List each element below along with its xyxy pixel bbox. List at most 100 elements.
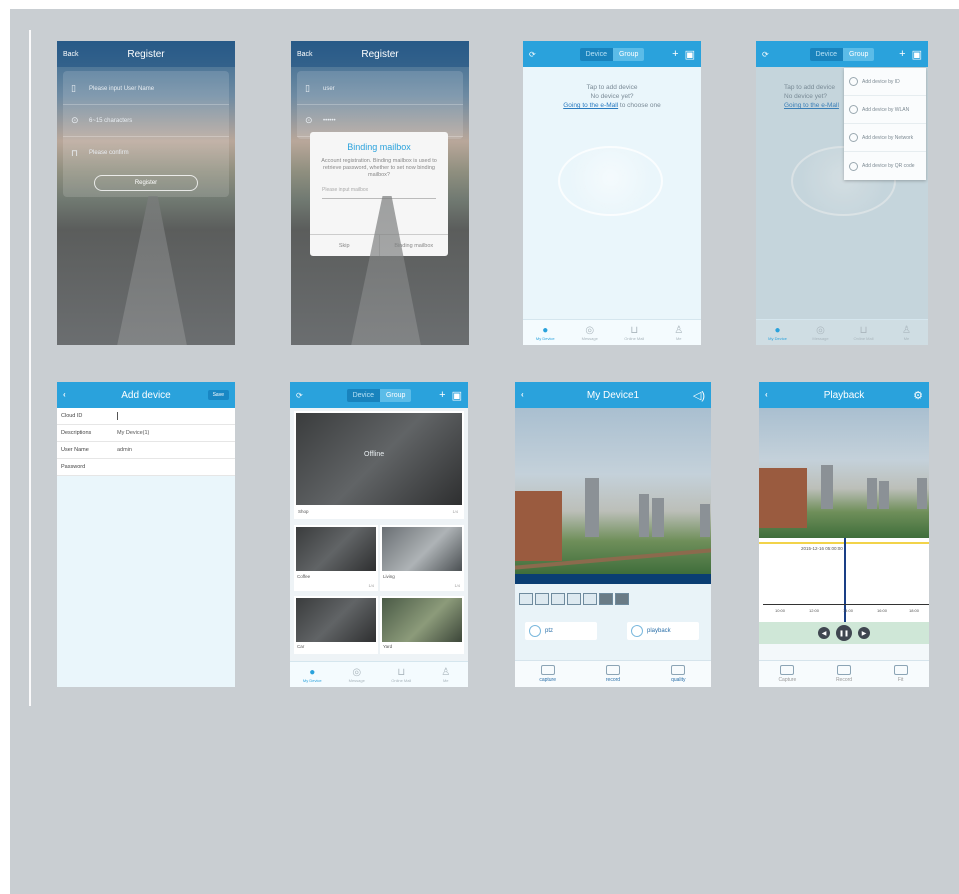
username-field[interactable]: ▯ Please input User Name bbox=[63, 73, 229, 105]
playback-button[interactable]: playback bbox=[627, 622, 699, 640]
menu-add-by-id[interactable]: Add device by ID bbox=[844, 68, 926, 96]
message-icon: ◎ bbox=[585, 324, 595, 336]
page-title: Register bbox=[127, 48, 165, 60]
password-field[interactable]: ⊙ 6~15 characters bbox=[63, 105, 229, 137]
back-button[interactable]: Back bbox=[297, 51, 313, 58]
person-icon: ♙ bbox=[441, 666, 451, 678]
add-icon[interactable]: + bbox=[439, 389, 445, 401]
device-topbar: ⟳ Device Group + ▣ bbox=[756, 41, 928, 67]
refresh-icon[interactable]: ⟳ bbox=[296, 382, 303, 408]
settings-icon[interactable]: ⚙ bbox=[913, 382, 923, 408]
edit-icon[interactable]: ▣ bbox=[685, 48, 695, 61]
cart-icon: ⊔ bbox=[859, 324, 868, 336]
tab-online-mall[interactable]: ⊔ Online Mall bbox=[379, 662, 424, 687]
tab-me[interactable]: ♙ Me bbox=[885, 320, 928, 345]
tab-device[interactable]: Device bbox=[579, 47, 613, 61]
device-topbar: ⟳ Device Group + ▣ bbox=[290, 382, 468, 408]
fit-button[interactable]: Fit bbox=[872, 661, 929, 687]
save-button[interactable]: Save bbox=[207, 390, 229, 400]
layout-8-icon[interactable] bbox=[567, 593, 581, 605]
edit-icon[interactable]: ▣ bbox=[912, 48, 922, 61]
back-button[interactable]: Back bbox=[63, 51, 79, 58]
audio-icon[interactable]: ◁) bbox=[693, 382, 705, 408]
record-button[interactable]: Record bbox=[816, 661, 873, 687]
dialog-buttons: Skip Binding mailbox bbox=[310, 234, 448, 256]
tab-message[interactable]: ◎ Message bbox=[335, 662, 380, 687]
tab-group[interactable]: Group bbox=[842, 47, 875, 61]
layout-16-icon[interactable] bbox=[599, 593, 613, 605]
layout-1-icon[interactable] bbox=[519, 593, 533, 605]
tab-device[interactable]: Device bbox=[346, 388, 380, 402]
tab-message[interactable]: ◎ Message bbox=[799, 320, 842, 345]
record-icon bbox=[605, 665, 620, 675]
playback-video[interactable] bbox=[759, 408, 929, 538]
rewind-icon[interactable]: ◀ bbox=[818, 627, 830, 639]
playback-timeline-area[interactable]: 2015-12-16 05:00:00 10:00 12:00 14:00 16… bbox=[759, 538, 929, 622]
device-card-shop[interactable]: Offline Shop 1/4 bbox=[294, 411, 464, 519]
bottom-tabbar: ● My Device ◎ Message ⊔ Online Mall ♙ Me bbox=[756, 319, 928, 345]
quality-button[interactable]: quality bbox=[646, 661, 711, 687]
tab-my-device[interactable]: ● My Device bbox=[290, 662, 335, 687]
layout-full-icon[interactable] bbox=[615, 593, 629, 605]
device-card-car[interactable]: Car bbox=[294, 596, 378, 654]
menu-add-by-qr[interactable]: Add device by QR code bbox=[844, 152, 926, 180]
layout-6-icon[interactable] bbox=[551, 593, 565, 605]
tab-me[interactable]: ♙ Me bbox=[657, 320, 702, 345]
tab-group[interactable]: Group bbox=[379, 388, 412, 402]
skip-button[interactable]: Skip bbox=[310, 235, 379, 256]
descriptions-field[interactable]: Descriptions My Device(1) bbox=[57, 425, 235, 442]
capture-button[interactable]: Capture bbox=[759, 661, 816, 687]
password-field[interactable]: Password bbox=[57, 459, 235, 476]
forward-icon[interactable]: ▶ bbox=[858, 627, 870, 639]
tab-my-device[interactable]: ● My Device bbox=[523, 320, 568, 345]
add-icon[interactable]: + bbox=[672, 48, 678, 60]
binding-mailbox-button[interactable]: Binding mailbox bbox=[378, 235, 449, 256]
layout-9-icon[interactable] bbox=[583, 593, 597, 605]
register-button[interactable]: Register bbox=[94, 175, 198, 191]
device-card-coffee[interactable]: Coffee 1/4 bbox=[294, 525, 378, 591]
playback-date: 2015-12-16 05:00:00 bbox=[801, 546, 843, 551]
live-video[interactable] bbox=[515, 408, 711, 574]
tab-message[interactable]: ◎ Message bbox=[568, 320, 613, 345]
back-icon[interactable]: ‹ bbox=[521, 382, 524, 408]
tab-group[interactable]: Group bbox=[612, 47, 645, 61]
menu-add-by-network[interactable]: Add device by Network bbox=[844, 124, 926, 152]
register-topbar: Back Register bbox=[291, 41, 469, 67]
playback-topbar: ‹ Playback ⚙ bbox=[759, 382, 929, 408]
tab-my-device[interactable]: ● My Device bbox=[756, 320, 799, 345]
confirm-field[interactable]: ⊓ Please confirm bbox=[63, 137, 229, 169]
tab-online-mall[interactable]: ⊔ Online Mall bbox=[612, 320, 657, 345]
device-group-switch: Device Group bbox=[346, 388, 412, 402]
dialog-message: Account registration. Binding mailbox is… bbox=[321, 158, 437, 178]
capture-button[interactable]: capture bbox=[515, 661, 580, 687]
emall-link[interactable]: Going to the e-Mall bbox=[563, 102, 618, 109]
network-icon bbox=[849, 133, 858, 142]
device-group-switch: Device Group bbox=[809, 47, 875, 61]
layout-4-icon[interactable] bbox=[535, 593, 549, 605]
refresh-icon[interactable]: ⟳ bbox=[529, 41, 536, 67]
register-form: ▯ Please input User Name ⊙ 6~15 characters… bbox=[63, 71, 229, 197]
message-icon: ◎ bbox=[816, 324, 825, 336]
edit-icon[interactable]: ▣ bbox=[452, 389, 462, 402]
mailbox-input[interactable]: Please input mailbox bbox=[322, 187, 436, 199]
pause-icon[interactable]: ❚❚ bbox=[836, 625, 852, 641]
username-field[interactable]: User Name admin bbox=[57, 442, 235, 459]
username-field[interactable]: ▯ user bbox=[297, 73, 463, 105]
back-icon[interactable]: ‹ bbox=[63, 382, 66, 408]
tab-online-mall[interactable]: ⊔ Online Mall bbox=[842, 320, 885, 345]
add-device-menu: Add device by ID Add device by WLAN Add … bbox=[844, 68, 926, 180]
record-button[interactable]: record bbox=[580, 661, 645, 687]
device-card-living[interactable]: Living 1/4 bbox=[380, 525, 464, 591]
ptz-button[interactable]: ptz bbox=[525, 622, 597, 640]
cloud-id-field[interactable]: Cloud ID bbox=[57, 408, 235, 425]
person-icon: ♙ bbox=[674, 324, 684, 336]
menu-add-by-wlan[interactable]: Add device by WLAN bbox=[844, 96, 926, 124]
device-card-yard[interactable]: Yard bbox=[380, 596, 464, 654]
add-icon[interactable]: + bbox=[899, 48, 905, 60]
refresh-icon[interactable]: ⟳ bbox=[762, 41, 769, 67]
tab-device[interactable]: Device bbox=[809, 47, 843, 61]
back-icon[interactable]: ‹ bbox=[765, 382, 768, 408]
screen-register: Back Register ▯ Please input User Name ⊙ 6… bbox=[57, 41, 235, 345]
video-timeline[interactable] bbox=[515, 574, 711, 584]
tab-me[interactable]: ♙ Me bbox=[424, 662, 469, 687]
